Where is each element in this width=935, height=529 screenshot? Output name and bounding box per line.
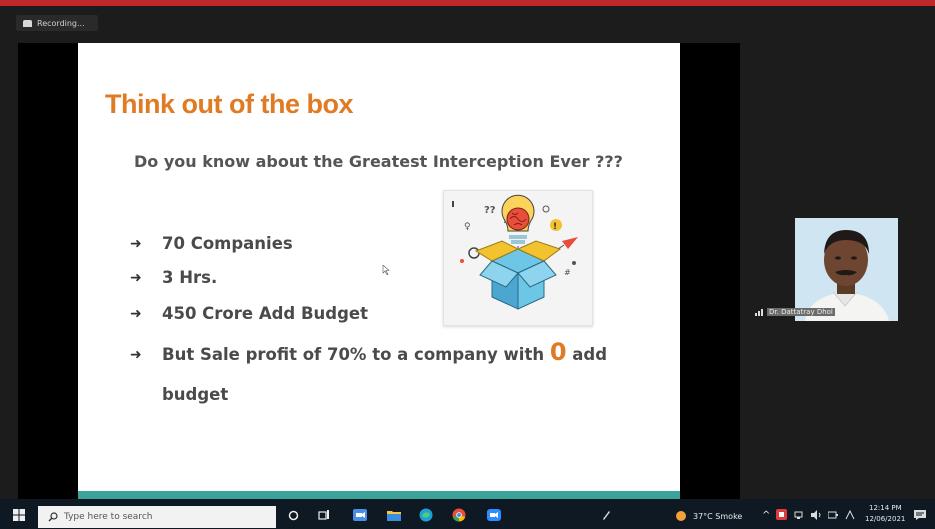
svg-text:??: ?? xyxy=(484,205,496,216)
participant-name-tag: Dr. Dattatray Dhol xyxy=(755,308,835,316)
bullet-item: ➜ 70 Companies xyxy=(130,234,293,253)
bullet-item: ➜ 3 Hrs. xyxy=(130,268,217,287)
svg-text:#: # xyxy=(564,268,571,277)
slide-subtitle: Do you know about the Greatest Intercept… xyxy=(134,152,623,171)
svg-text:♀: ♀ xyxy=(464,222,471,232)
chrome-browser-icon[interactable] xyxy=(452,508,466,522)
weather-icon[interactable] xyxy=(675,510,687,522)
windows-start-icon[interactable] xyxy=(13,509,25,521)
arrow-icon: ➜ xyxy=(130,347,142,363)
edge-browser-icon[interactable] xyxy=(419,508,433,522)
volume-icon[interactable] xyxy=(810,510,822,520)
notification-icon[interactable] xyxy=(914,510,926,520)
windows-taskbar: Type here to search 37°C Smoke ^ 12:14 P… xyxy=(0,499,935,529)
zoom-meeting-icon[interactable] xyxy=(487,509,501,521)
lightbulb-brain-box-icon: ?? ? ♀ ! # xyxy=(443,190,593,326)
bullet-text-part: But Sale profit of 70% to a company with xyxy=(162,345,550,364)
arrow-icon: ➜ xyxy=(130,270,142,286)
bullet-item: ➜ 450 Crore Add Budget xyxy=(130,304,368,323)
language-icon[interactable] xyxy=(845,510,855,520)
pen-icon[interactable] xyxy=(601,509,611,521)
task-view-icon[interactable] xyxy=(318,510,330,521)
chevron-up-icon[interactable]: ^ xyxy=(762,510,770,521)
recording-icon xyxy=(23,19,32,27)
presentation-slide: Think out of the box Do you know about t… xyxy=(78,43,680,499)
arrow-icon: ➜ xyxy=(130,306,142,322)
search-icon xyxy=(48,512,58,522)
participant-avatar xyxy=(795,218,898,321)
file-explorer-icon[interactable] xyxy=(387,509,401,521)
mouse-cursor-icon xyxy=(382,265,390,275)
participant-name: Dr. Dattatray Dhol xyxy=(767,308,835,316)
antivirus-icon[interactable] xyxy=(776,509,787,520)
clock-date[interactable]: 12/06/2021 xyxy=(865,515,905,523)
slide-title: Think out of the box xyxy=(105,89,353,119)
slide-footer-band xyxy=(78,491,680,499)
search-placeholder: Type here to search xyxy=(64,512,153,522)
bullet-item: ➜ But Sale profit of 70% to a company wi… xyxy=(130,340,632,415)
screen-share-area: Think out of the box Do you know about t… xyxy=(18,43,740,499)
bullet-text: But Sale profit of 70% to a company with… xyxy=(162,335,632,415)
recording-label: Recording... xyxy=(37,18,85,28)
svg-text:!: ! xyxy=(553,222,557,232)
signal-strength-icon xyxy=(755,308,764,316)
highlight-zero: 0 xyxy=(549,338,567,366)
battery-icon[interactable] xyxy=(828,510,838,520)
arrow-icon: ➜ xyxy=(130,236,142,252)
bullet-text: 450 Crore Add Budget xyxy=(162,304,369,323)
bullet-text: 70 Companies xyxy=(162,234,293,253)
zoom-app-icon[interactable] xyxy=(353,509,367,521)
cortana-icon[interactable] xyxy=(288,510,299,521)
network-icon[interactable] xyxy=(794,510,804,520)
weather-text[interactable]: 37°C Smoke xyxy=(693,512,742,521)
bullet-text: 3 Hrs. xyxy=(162,268,218,287)
recording-indicator[interactable]: Recording... xyxy=(16,15,98,31)
clock-time[interactable]: 12:14 PM xyxy=(869,504,902,512)
participant-video[interactable] xyxy=(795,218,898,321)
taskbar-search-box[interactable]: Type here to search xyxy=(38,506,276,528)
